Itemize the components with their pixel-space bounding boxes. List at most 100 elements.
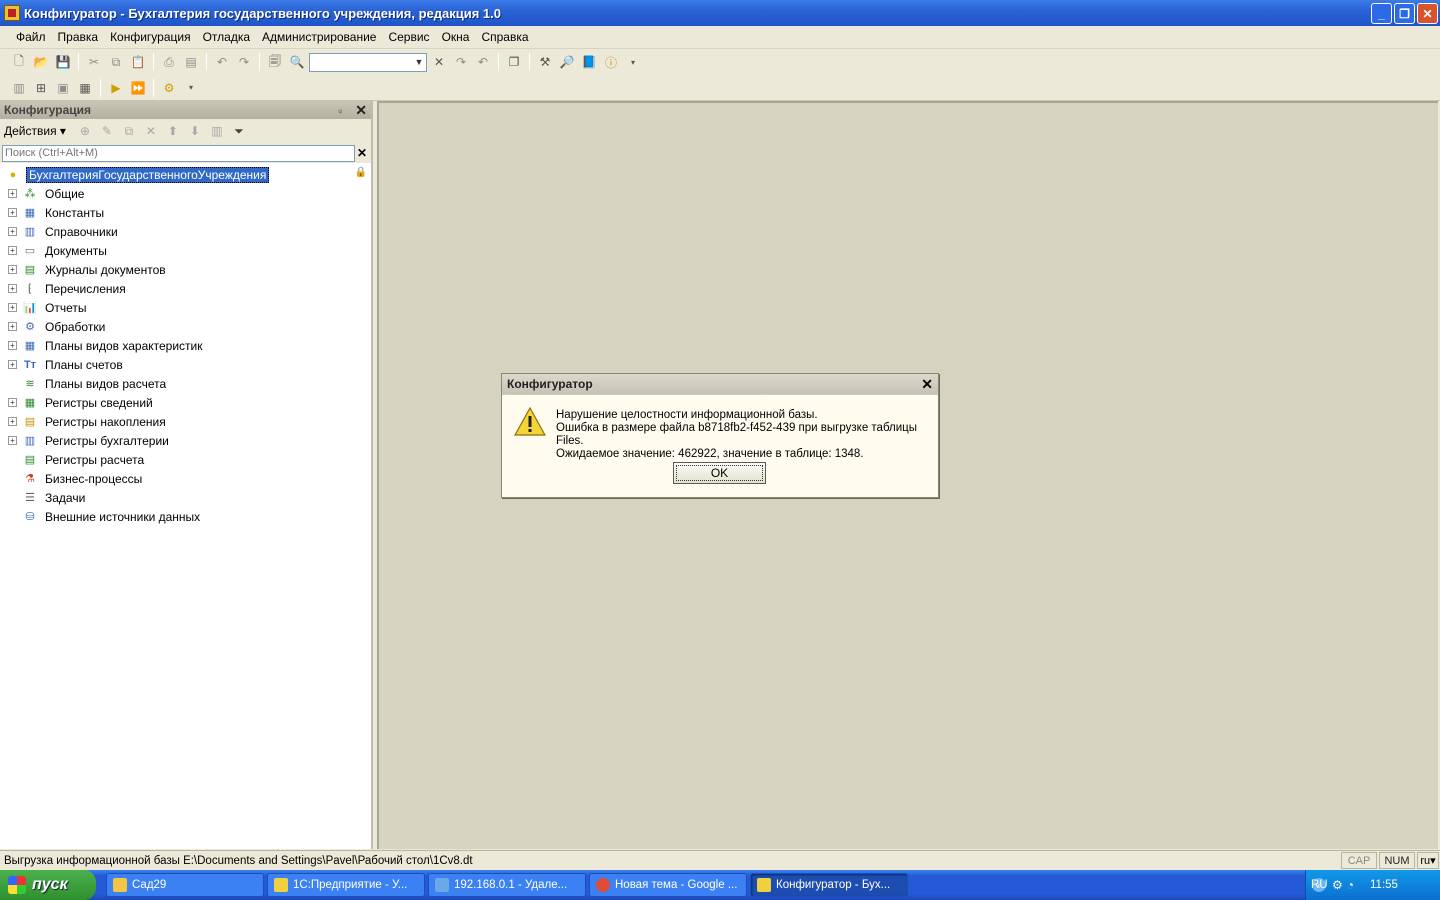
tree-item-catalogs[interactable]: + ▥ Справочники <box>0 222 371 241</box>
tray-update-icon[interactable]: ◔ <box>1347 878 1354 892</box>
tree-item-business-processes[interactable]: ⚗ Бизнес-процессы <box>0 469 371 488</box>
taskbar-item-folder[interactable]: Сад29 <box>106 873 264 897</box>
print-preview-icon[interactable]: ▤ <box>181 52 201 72</box>
menu-service[interactable]: Сервис <box>382 30 435 44</box>
tree-item-common[interactable]: + ⁂ Общие <box>0 184 371 203</box>
tree-item-documents[interactable]: + ▭ Документы <box>0 241 371 260</box>
language-selector[interactable]: ru ▾ <box>1417 852 1439 869</box>
menu-edit[interactable]: Правка <box>52 30 105 44</box>
taskbar-item-chrome[interactable]: Новая тема - Google ... <box>589 873 747 897</box>
tools-icon[interactable]: ⚒ <box>535 52 555 72</box>
windows-icon[interactable]: ❐ <box>504 52 524 72</box>
panel-search-input[interactable] <box>2 144 356 162</box>
filter-icon[interactable]: ⏷ <box>228 124 250 139</box>
menu-help[interactable]: Справка <box>475 30 534 44</box>
redo-icon[interactable]: ↷ <box>234 52 254 72</box>
sort-icon[interactable]: ▥ <box>206 124 228 138</box>
find-previous-icon[interactable]: ↶ <box>473 52 493 72</box>
minimize-button[interactable]: _ <box>1371 3 1392 24</box>
tree-item-tasks[interactable]: ☰ Задачи <box>0 488 371 507</box>
menu-administration[interactable]: Администрирование <box>256 30 382 44</box>
expand-icon[interactable]: + <box>8 417 17 426</box>
edit-icon[interactable]: ✎ <box>96 124 118 138</box>
tree-item-info-registers[interactable]: + ▦ Регистры сведений <box>0 393 371 412</box>
expand-icon[interactable]: + <box>8 265 17 274</box>
syntax-assistant-icon[interactable]: 🔎 <box>557 52 577 72</box>
toolbar-options-icon[interactable]: ▾ <box>181 78 201 98</box>
undo-icon[interactable]: ↶ <box>212 52 232 72</box>
add-icon[interactable]: ⊕ <box>74 124 96 138</box>
expand-icon[interactable]: + <box>8 246 17 255</box>
expand-icon[interactable]: + <box>8 303 17 312</box>
copy-icon[interactable]: ⧉ <box>106 52 126 72</box>
run-enterprise-icon[interactable]: ⏩ <box>128 78 148 98</box>
clock[interactable]: 11:55 <box>1370 879 1398 891</box>
pin-icon[interactable]: ᵠ <box>338 107 342 117</box>
expand-icon[interactable]: + <box>8 208 17 217</box>
tree-item-accum-registers[interactable]: + ▤ Регистры накопления <box>0 412 371 431</box>
menu-windows[interactable]: Окна <box>436 30 476 44</box>
expand-icon[interactable]: + <box>8 284 17 293</box>
expand-icon[interactable]: + <box>8 341 17 350</box>
tree-item-calculation-types[interactable]: ≋ Планы видов расчета <box>0 374 371 393</box>
clear-search-icon[interactable]: ✕ <box>429 52 449 72</box>
tree-item-reports[interactable]: + 📊 Отчеты <box>0 298 371 317</box>
tree-root[interactable]: ● БухгалтерияГосударственногоУчреждения … <box>0 165 371 184</box>
tree-item-constants[interactable]: + ▦ Константы <box>0 203 371 222</box>
expand-icon[interactable]: + <box>8 189 17 198</box>
close-icon[interactable]: ✕ <box>921 376 933 393</box>
delete-icon[interactable]: ✕ <box>140 124 162 138</box>
taskbar-item-configurator[interactable]: Конфигуратор - Бух... <box>750 873 908 897</box>
expand-icon[interactable]: + <box>8 360 17 369</box>
config-open-icon[interactable]: ▥ <box>9 78 29 98</box>
print-icon[interactable]: ⎙ <box>159 52 179 72</box>
cut-icon[interactable]: ✂ <box>84 52 104 72</box>
menu-configuration[interactable]: Конфигурация <box>104 30 197 44</box>
paste-icon[interactable]: 📋 <box>128 52 148 72</box>
debug-connect-icon[interactable]: ⚙ <box>159 78 179 98</box>
help-contents-icon[interactable]: 📘 <box>579 52 599 72</box>
new-file-icon[interactable]: 🗋 <box>9 52 29 72</box>
info-icon[interactable]: ⓘ <box>601 52 621 72</box>
toolbar-search-combo[interactable]: ▼ <box>309 52 427 72</box>
copy-icon[interactable]: ⧉ <box>118 124 140 139</box>
move-down-icon[interactable]: ⬇ <box>184 124 206 138</box>
expand-icon[interactable]: + <box>8 322 17 331</box>
menu-debug[interactable]: Отладка <box>197 30 256 44</box>
tree-item-journals[interactable]: + ▤ Журналы документов <box>0 260 371 279</box>
taskbar-item-remote-desktop[interactable]: 192.168.0.1 - Удале... <box>428 873 586 897</box>
expand-icon[interactable]: + <box>8 227 17 236</box>
close-icon[interactable]: ✕ <box>355 102 367 118</box>
ok-button[interactable]: OK <box>673 462 766 484</box>
move-up-icon[interactable]: ⬆ <box>162 124 184 138</box>
find-next-icon[interactable]: ↷ <box>451 52 471 72</box>
chevron-down-icon[interactable]: ▼ <box>412 54 426 71</box>
find-in-files-icon[interactable]: 🗐 <box>265 52 285 72</box>
tray-network-icon[interactable]: ⚙ <box>1332 878 1343 892</box>
expand-icon[interactable]: + <box>8 398 17 407</box>
toolbar-options-icon[interactable]: ▾ <box>623 52 643 72</box>
save-icon[interactable]: 💾 <box>53 52 73 72</box>
tree-item-characteristics[interactable]: + ▦ Планы видов характеристик <box>0 336 371 355</box>
open-folder-icon[interactable]: 📂 <box>31 52 51 72</box>
tree-item-accounts[interactable]: + Тт Планы счетов <box>0 355 371 374</box>
menu-file[interactable]: Файл <box>10 30 52 44</box>
tree-item-calc-registers[interactable]: ▤ Регистры расчета <box>0 450 371 469</box>
actions-menu-button[interactable]: Действия ▾ <box>4 124 66 138</box>
expand-icon[interactable]: + <box>8 436 17 445</box>
tree-item-external-sources[interactable]: ⛁ Внешние источники данных <box>0 507 371 526</box>
tree-item-dataprocessors[interactable]: + ⚙ Обработки <box>0 317 371 336</box>
config-tree-icon[interactable]: ⊞ <box>31 78 51 98</box>
tree-item-accounting-registers[interactable]: + ▥ Регистры бухгалтерии <box>0 431 371 450</box>
tree-item-enums[interactable]: + ⁅ Перечисления <box>0 279 371 298</box>
config-save-icon[interactable]: ▣ <box>53 78 73 98</box>
search-icon[interactable]: 🔍 <box>287 52 307 72</box>
taskbar-item-1c-enterprise[interactable]: 1С:Предприятие - У... <box>267 873 425 897</box>
restore-button[interactable]: ❐ <box>1394 3 1415 24</box>
clear-search-icon[interactable]: ✕ <box>355 146 369 160</box>
close-button[interactable]: ✕ <box>1417 3 1438 24</box>
start-button[interactable]: пуск <box>0 870 96 900</box>
config-table-icon[interactable]: ▦ <box>75 78 95 98</box>
start-debug-icon[interactable]: ▶ <box>106 78 126 98</box>
keyboard-language-indicator[interactable]: RU <box>1311 879 1328 891</box>
